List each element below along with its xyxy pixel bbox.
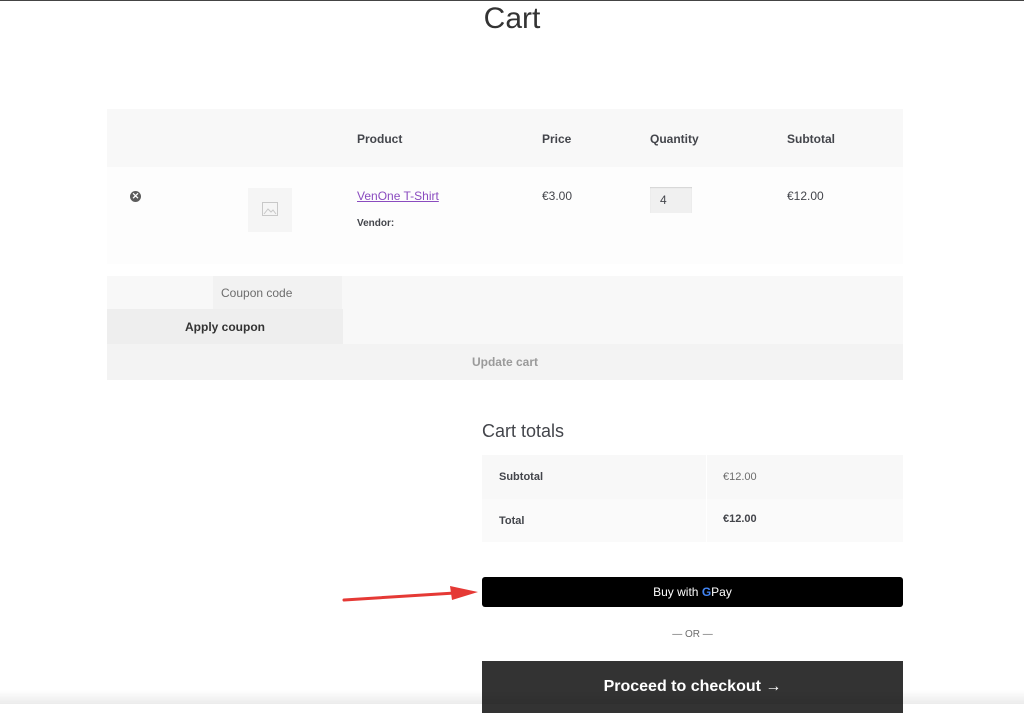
vendor-label: Vendor: <box>357 218 395 229</box>
cart-actions: Apply coupon Update cart <box>107 276 903 380</box>
cart-totals-title: Cart totals <box>482 421 565 441</box>
gpay-brand: Pay <box>711 585 732 599</box>
total-label: Total <box>499 515 525 527</box>
apply-coupon-button[interactable]: Apply coupon <box>107 309 343 344</box>
totals-subtotal-row: Subtotal €12.00 <box>482 455 903 499</box>
quantity-input[interactable] <box>650 187 692 213</box>
page-title: Cart <box>483 2 541 35</box>
subtotal-value: €12.00 <box>723 471 757 483</box>
annotation-arrow-icon <box>342 586 478 602</box>
header-quantity: Quantity <box>650 132 699 146</box>
header-subtotal: Subtotal <box>787 132 835 146</box>
total-value: €12.00 <box>723 513 757 525</box>
or-separator: — OR — <box>672 629 713 640</box>
google-g-icon: G <box>701 585 712 599</box>
cart-table-header: Product Price Quantity Subtotal <box>107 109 903 167</box>
remove-item-icon[interactable]: ✕ <box>130 191 141 202</box>
image-placeholder-icon <box>262 202 278 216</box>
divider <box>706 455 707 499</box>
product-price: €3.00 <box>542 189 573 203</box>
product-name-link[interactable]: VenOne T-Shirt <box>357 189 439 203</box>
bottom-fade <box>0 690 1024 704</box>
header-price: Price <box>542 132 572 146</box>
buy-with-google-pay-button[interactable]: Buy with GPay <box>482 577 903 607</box>
subtotal-label: Subtotal <box>499 471 543 483</box>
update-cart-button[interactable]: Update cart <box>107 344 903 380</box>
proceed-to-checkout-button[interactable]: Proceed to checkout → <box>482 661 903 713</box>
table-row: ✕ VenOne T-Shirt Vendor: €3.00 €12.00 <box>107 167 903 264</box>
cart-totals-table: Subtotal €12.00 Total €12.00 <box>482 455 903 542</box>
header-product: Product <box>357 132 403 146</box>
coupon-code-input[interactable] <box>213 276 342 309</box>
line-subtotal: €12.00 <box>787 189 824 203</box>
product-thumbnail[interactable] <box>248 188 292 232</box>
divider <box>706 499 707 542</box>
totals-total-row: Total €12.00 <box>482 499 903 542</box>
gpay-prefix: Buy with <box>653 585 699 599</box>
